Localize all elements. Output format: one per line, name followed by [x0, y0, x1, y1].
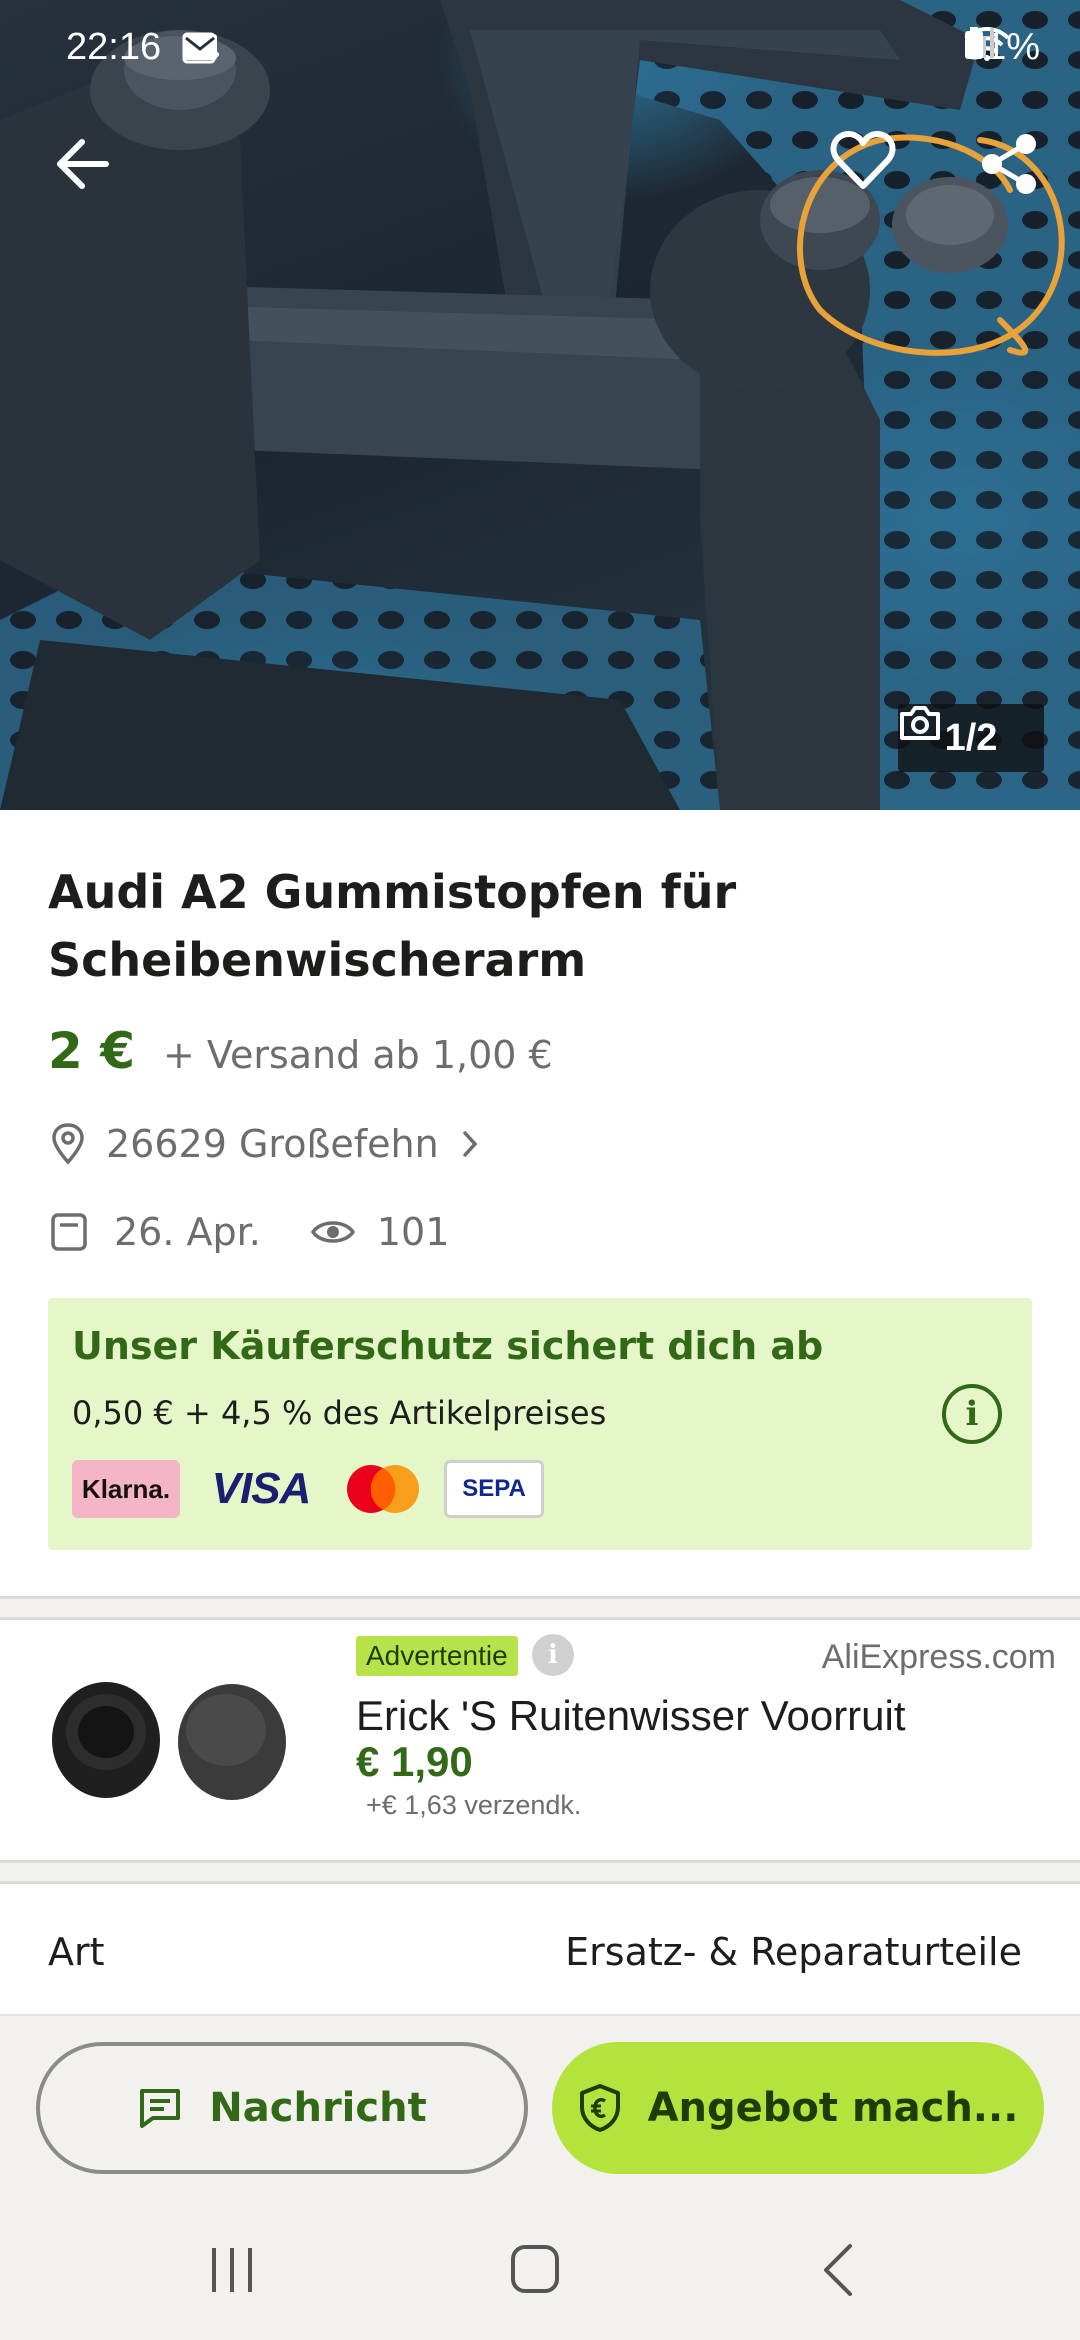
- status-time: 22:16: [66, 26, 162, 68]
- visa-logo: VISA: [211, 1464, 312, 1513]
- shipping-cost: + Versand ab 1,00 €: [163, 1033, 553, 1077]
- message-button[interactable]: Nachricht: [36, 2042, 528, 2174]
- klarna-logo: Klarna.: [72, 1460, 180, 1518]
- location-text: 26629 Großefehn: [106, 1122, 439, 1166]
- make-offer-button[interactable]: Angebot mach...: [552, 2042, 1044, 2174]
- section-divider: [0, 1860, 1080, 1884]
- listing-meta: 26. Apr. 101: [50, 1210, 449, 1254]
- camera-icon: [900, 706, 940, 740]
- ad-shipping: +€ 1,63 verzendk.: [366, 1790, 582, 1820]
- buyer-protection-fee: 0,50 € + 4,5 % des Artikelpreises: [72, 1394, 607, 1432]
- back-arrow-icon: [57, 139, 109, 189]
- price-row: 2 € + Versand ab 1,00 €: [48, 1022, 553, 1080]
- listing-photo[interactable]: 22:16 81% 1/2: [0, 0, 1080, 810]
- sponsored-ad[interactable]: Advertentie i AliExpress.com Erick 'S Ru…: [0, 1620, 1080, 1860]
- listing-title: Audi A2 Gummistopfen für Scheibenwischer…: [48, 865, 737, 987]
- view-count: 101: [376, 1210, 450, 1254]
- status-bar: 22:16 81%: [0, 0, 1080, 100]
- back-nav-icon[interactable]: [824, 2244, 852, 2296]
- ad-info-icon[interactable]: i: [532, 1634, 574, 1676]
- buyer-protection-card[interactable]: Unser Käuferschutz sichert dich ab 0,50 …: [48, 1298, 1032, 1550]
- photo-counter-text: 1/2: [944, 716, 998, 759]
- listing-date: 26. Apr.: [114, 1210, 261, 1254]
- sepa-logo: SEPA: [444, 1460, 544, 1518]
- attribute-value: Ersatz- & Reparaturteile: [565, 1930, 1022, 1974]
- nav-buttons: [200, 2242, 852, 2298]
- action-bar: Nachricht Angebot mach...: [0, 2014, 1080, 2200]
- chat-icon: [140, 2089, 181, 2128]
- share-icon: [982, 134, 1036, 194]
- buyer-protection-title: Unser Käuferschutz sichert dich ab: [72, 1324, 824, 1368]
- home-icon[interactable]: [511, 2245, 559, 2293]
- battery-icon: [964, 27, 983, 59]
- make-offer-label: Angebot mach...: [647, 2085, 1019, 2131]
- photo-illustration: [0, 0, 1080, 810]
- eye-icon: [310, 1221, 355, 1243]
- ad-title: Erick 'S Ruitenwisser Voorruit: [356, 1692, 906, 1739]
- location-pin-icon: [52, 1123, 84, 1165]
- photo-counter[interactable]: 1/2: [898, 704, 1044, 772]
- calendar-icon: [51, 1213, 87, 1251]
- ad-source: AliExpress.com: [821, 1638, 1056, 1676]
- attribute-key: Art: [48, 1930, 105, 1974]
- mail-icon: [183, 34, 217, 60]
- mastercard-logo: [338, 1460, 428, 1518]
- heart-icon: [830, 131, 896, 189]
- ad-product-image: [52, 1682, 286, 1800]
- ad-price: € 1,90: [356, 1738, 473, 1785]
- chevron-right-icon: [462, 1131, 478, 1157]
- listing-price: 2 €: [48, 1022, 135, 1080]
- message-button-label: Nachricht: [209, 2085, 427, 2131]
- section-divider: [0, 1596, 1080, 1620]
- shield-euro-icon: [579, 2084, 620, 2132]
- mastercard-icon: [347, 1465, 419, 1513]
- attribute-row: Art Ersatz- & Reparaturteile: [0, 1886, 1080, 2014]
- system-nav-bar: [0, 2200, 1080, 2340]
- recent-apps-icon[interactable]: [200, 2242, 260, 2298]
- location-link[interactable]: 26629 Großefehn: [50, 1122, 481, 1166]
- ad-badge: Advertentie: [356, 1636, 518, 1676]
- info-icon[interactable]: i: [942, 1384, 1002, 1444]
